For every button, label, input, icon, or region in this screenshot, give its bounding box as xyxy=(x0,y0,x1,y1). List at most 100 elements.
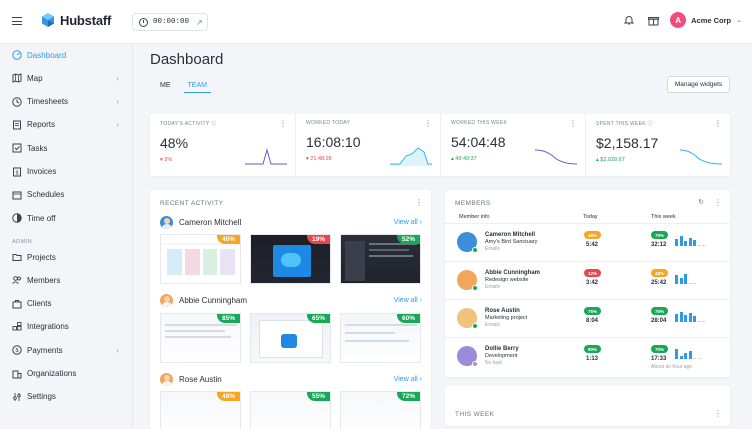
sidebar-item-tasks[interactable]: Tasks xyxy=(0,138,133,158)
col-member-info: Member info xyxy=(459,214,490,220)
sidebar-item-label: Members xyxy=(27,275,61,285)
chevron-down-icon: ⌄ xyxy=(736,17,742,24)
activity-person-cameron-mitchell: Cameron Mitchell View all › xyxy=(160,214,422,230)
sidebar-item-organizations[interactable]: Organizations xyxy=(0,364,133,384)
member-project: Development xyxy=(485,353,518,359)
sidebar-item-projects[interactable]: Projects xyxy=(0,247,133,267)
sidebar-item-dashboard[interactable]: Dashboard xyxy=(0,45,133,65)
view-all-link[interactable]: View all › xyxy=(394,219,422,226)
screenshot-thumbnail[interactable]: 52% xyxy=(340,234,421,284)
member-row[interactable]: Dollie Berry Development No task 90% 1:13 70%… xyxy=(445,337,730,375)
gift-icon[interactable] xyxy=(646,13,660,27)
info-icon[interactable]: ⓘ xyxy=(211,121,216,127)
tab-team[interactable]: TEAM xyxy=(183,82,211,93)
col-today: Today xyxy=(583,214,598,220)
tab-me[interactable]: ME xyxy=(160,82,171,93)
top-bar: Hubstaff 00:00:00 ↗ A Acme Corp ⌄ xyxy=(0,0,752,44)
bar xyxy=(675,275,678,284)
week-bar-chart xyxy=(675,273,696,284)
expand-arrow-icon[interactable]: ↗ xyxy=(196,18,203,27)
screenshot-thumbnail[interactable]: 60% xyxy=(340,312,421,363)
card-title: MEMBERS xyxy=(455,200,491,207)
person-name[interactable]: Abbie Cunningham xyxy=(179,296,247,305)
screenshot-thumbnail[interactable]: 19% xyxy=(250,234,331,284)
more-icon[interactable]: ⋮ xyxy=(714,119,722,128)
stat-today-s-activity: TODAY'S ACTIVITY ⓘ 48% ▾ 2% ⋮ xyxy=(150,114,295,176)
screenshot-thumbnail[interactable]: 55% xyxy=(250,391,331,429)
more-icon[interactable]: ⋮ xyxy=(569,119,577,128)
person-name[interactable]: Rose Austin xyxy=(179,375,222,384)
more-icon[interactable]: ⋮ xyxy=(279,119,287,128)
member-project: Marketing project xyxy=(485,315,528,321)
invoice-icon: $ xyxy=(13,167,21,176)
card-title: RECENT ACTIVITY xyxy=(160,200,224,207)
sidebar-item-label: Timesheets xyxy=(27,97,69,107)
time-off-icon xyxy=(12,213,22,223)
members-card: MEMBERS ↻ ⋮ Member info Today This week … xyxy=(445,190,730,377)
screenshot-thumbnail[interactable]: 40% xyxy=(160,234,241,284)
sidebar-item-integrations[interactable]: Integrations xyxy=(0,317,133,337)
avatar[interactable] xyxy=(160,215,173,229)
person-name[interactable]: Cameron Mitchell xyxy=(179,218,241,227)
sidebar-item-time-off[interactable]: Time off xyxy=(0,208,133,228)
avatar[interactable] xyxy=(160,372,173,386)
week-time: 32:12 xyxy=(651,242,667,248)
bar xyxy=(697,245,701,246)
screenshot-thumbnail[interactable]: 72% xyxy=(340,391,421,429)
sidebar-item-label: Dashboard xyxy=(27,50,67,60)
member-row[interactable]: Rose Austin Marketing project Emails 75% 8:0… xyxy=(445,299,730,337)
sidebar-item-label: Invoices xyxy=(27,167,57,176)
more-icon[interactable]: ⋮ xyxy=(714,409,722,418)
view-all-link[interactable]: View all › xyxy=(394,376,422,383)
more-icon[interactable]: ⋮ xyxy=(714,198,722,207)
menu-icon[interactable] xyxy=(12,17,22,25)
more-icon[interactable]: ⋮ xyxy=(415,198,423,207)
bar xyxy=(693,358,696,359)
org-switcher[interactable]: A Acme Corp ⌄ xyxy=(670,12,742,28)
sidebar-item-settings[interactable]: Settings xyxy=(0,387,133,407)
member-project: Redesign website xyxy=(485,277,529,283)
timer-value: 00:00:00 xyxy=(153,18,190,26)
sidebar: Dashboard Map ‹ Timesheets ‹ Reports ‹ Tasks $ In… xyxy=(0,44,133,429)
manage-widgets-button[interactable]: Manage widgets xyxy=(667,76,730,93)
today-time: 1:13 xyxy=(586,356,599,362)
sparkline-chart xyxy=(390,147,432,166)
hubstaff-logo-icon xyxy=(42,13,54,27)
bar xyxy=(702,245,705,246)
refresh-icon[interactable]: ↻ xyxy=(698,198,704,206)
info-icon[interactable]: ⓘ xyxy=(648,121,653,127)
sidebar-item-reports[interactable]: Reports ‹ xyxy=(0,115,133,135)
screenshot-thumbnail[interactable]: 85% xyxy=(160,312,241,363)
screenshot-thumbnail[interactable]: 65% xyxy=(250,312,331,363)
tasks-icon xyxy=(12,143,22,153)
sidebar-item-invoices[interactable]: $ Invoices xyxy=(0,162,133,182)
activity-badge: 65% xyxy=(306,313,330,323)
app-logo[interactable]: Hubstaff xyxy=(40,12,111,28)
week-activity-badge: 70% xyxy=(651,345,668,353)
sidebar-item-timesheets[interactable]: Timesheets ‹ xyxy=(0,92,133,112)
bar xyxy=(688,283,692,284)
today-time: 8:04 xyxy=(586,318,599,324)
sidebar-item-members[interactable]: Members xyxy=(0,270,133,290)
member-row[interactable]: Abbie Cunningham Redesign website Emails 12… xyxy=(445,261,730,299)
stat-spent-this-week: SPENT THIS WEEK ⓘ $2,158.17 ▴ $2,029.67 ⋮ xyxy=(585,114,730,176)
bell-icon[interactable] xyxy=(622,13,636,27)
sidebar-item-map[interactable]: Map ‹ xyxy=(0,68,133,88)
member-row[interactable]: Cameron Mitchell Amy's Bird Sanctuary Emai… xyxy=(445,223,730,261)
activity-badge: 85% xyxy=(216,313,240,323)
avatar[interactable] xyxy=(160,294,173,307)
sidebar-item-schedules[interactable]: Schedules xyxy=(0,185,133,205)
member-name: Dollie Berry xyxy=(485,346,519,352)
week-activity-badge: 75% xyxy=(651,307,668,315)
sidebar-item-payments[interactable]: $ Payments ‹ xyxy=(0,340,133,360)
screenshot-thumbnail[interactable]: 48% xyxy=(160,391,241,429)
sparkline-chart xyxy=(680,149,722,165)
org-name: Acme Corp xyxy=(691,15,732,25)
bar xyxy=(693,240,696,246)
timer-widget[interactable]: 00:00:00 ↗ xyxy=(132,13,208,31)
more-icon[interactable]: ⋮ xyxy=(424,119,432,128)
bar xyxy=(684,274,687,284)
sidebar-item-clients[interactable]: Clients xyxy=(0,294,133,314)
bar xyxy=(688,313,692,322)
view-all-link[interactable]: View all › xyxy=(394,297,422,304)
